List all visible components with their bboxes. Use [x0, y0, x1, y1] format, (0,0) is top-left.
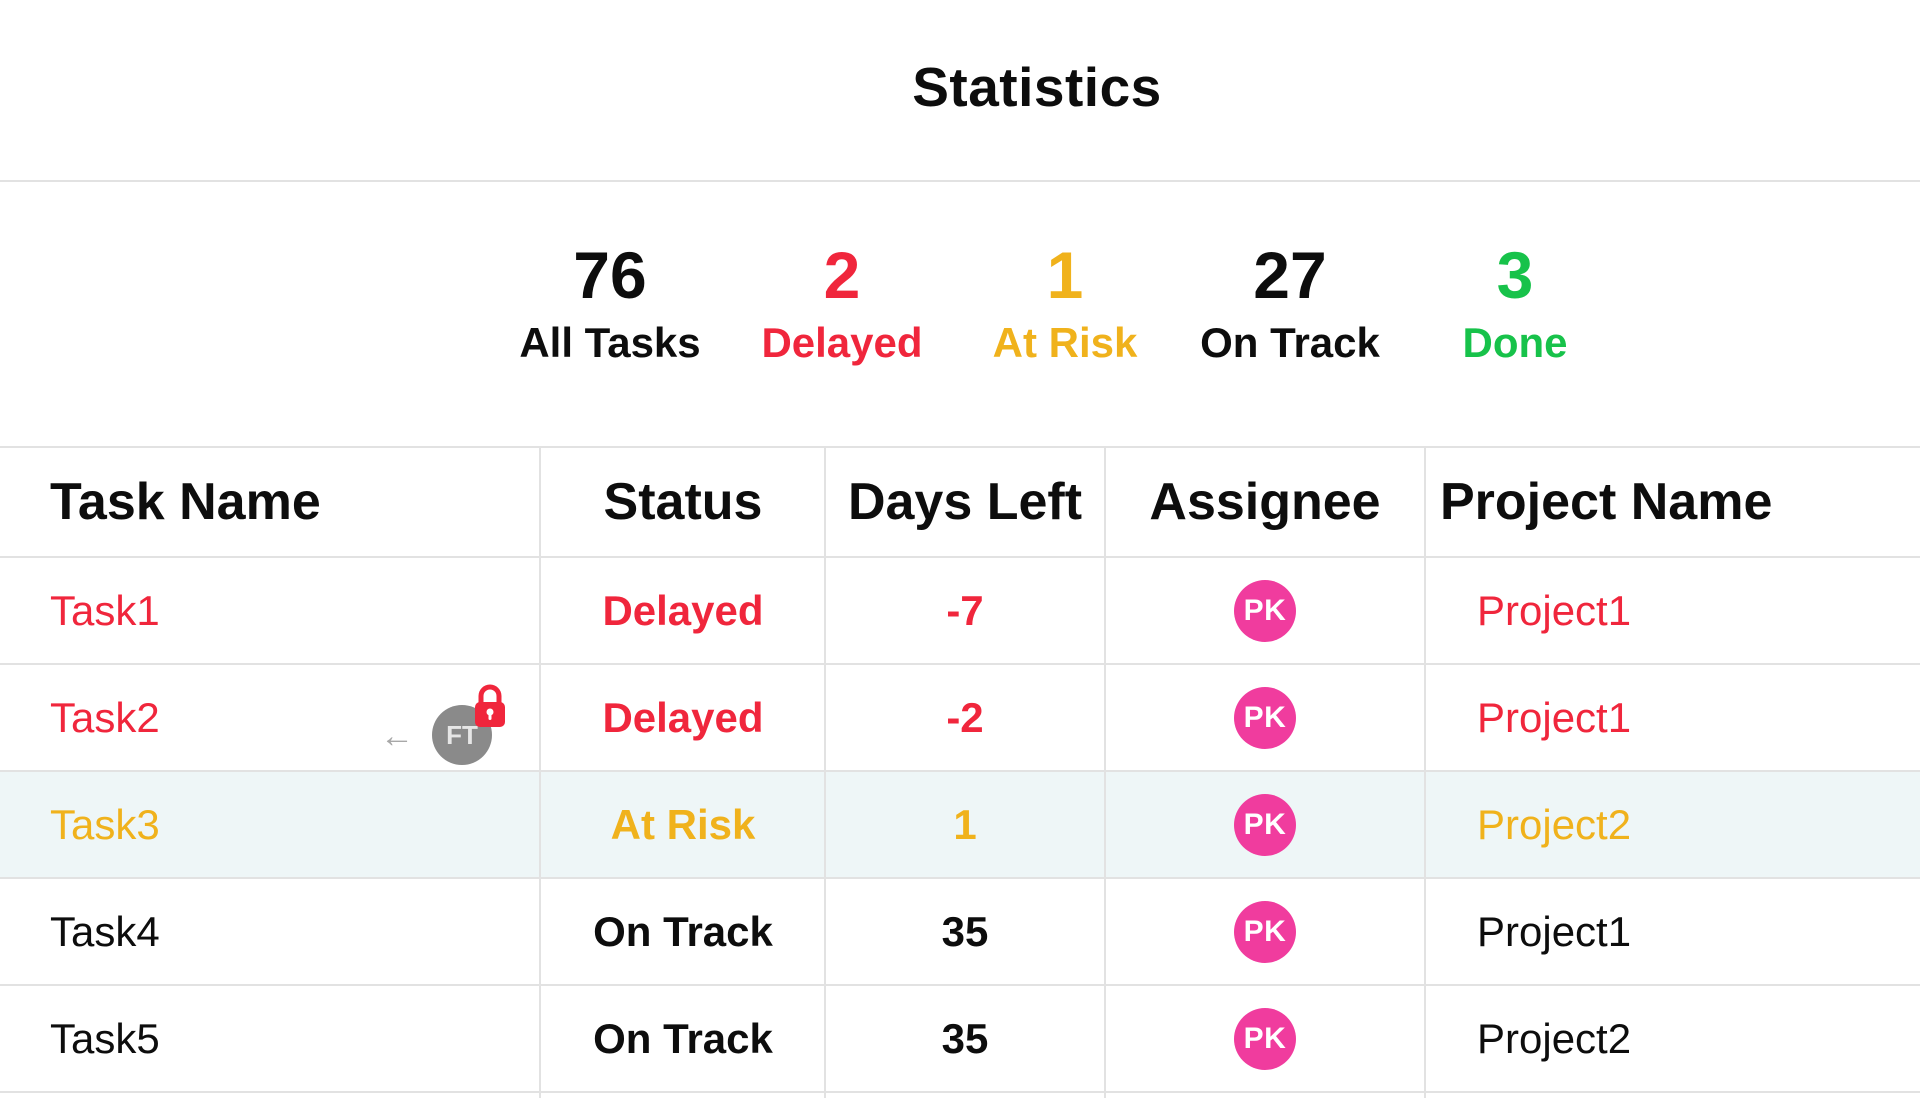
task-assignee: PK	[1106, 665, 1424, 770]
task-name[interactable]: Task1	[50, 558, 530, 663]
task-project[interactable]: Project2	[1477, 986, 1917, 1091]
stat-on-track-value: 27	[1253, 238, 1327, 312]
stat-on-track[interactable]: 27 On Track	[1180, 242, 1400, 368]
task-status: On Track	[593, 1014, 773, 1062]
task-name[interactable]: Task4	[50, 879, 530, 984]
dependency-indicator[interactable]: ← FT	[380, 683, 520, 765]
column-header-project-name[interactable]: Project Name	[1440, 448, 1880, 556]
task-assignee: PK	[1106, 986, 1424, 1091]
task-days-left: -2	[946, 693, 984, 741]
stat-done[interactable]: 3 Done	[1410, 242, 1620, 368]
avatar[interactable]: PK	[1234, 579, 1296, 642]
task-status: At Risk	[610, 800, 756, 848]
page-title: Statistics	[912, 56, 1162, 118]
stats-summary: 76 All Tasks 2 Delayed 1 At Risk 27 On T…	[0, 182, 1920, 448]
stat-done-label: Done	[1462, 319, 1568, 366]
task-status: Delayed	[602, 586, 764, 634]
stat-all-tasks[interactable]: 76 All Tasks	[505, 242, 715, 368]
task-days-left: 35	[941, 1014, 989, 1062]
task-days-left: 35	[941, 907, 989, 955]
avatar[interactable]: PK	[1234, 793, 1296, 856]
table-row[interactable]: Task5 On Track 35 PK Project2	[0, 986, 1920, 1093]
task-assignee: PK	[1106, 879, 1424, 984]
avatar[interactable]: PK	[1234, 686, 1296, 749]
header: Statistics	[0, 0, 1920, 182]
column-header-assignee[interactable]: Assignee	[1106, 448, 1424, 556]
task-assignee: PK	[1106, 558, 1424, 663]
column-header-task-name[interactable]: Task Name	[50, 448, 530, 556]
column-header-status[interactable]: Status	[541, 448, 825, 556]
table-row[interactable]: Task1 Delayed -7 PK Project1	[0, 558, 1920, 665]
stat-all-tasks-label: All Tasks	[519, 319, 701, 366]
tasks-table: Task Name Status Days Left Assignee Proj…	[0, 448, 1920, 1098]
stat-at-risk-label: At Risk	[992, 319, 1138, 366]
task-project[interactable]: Project1	[1477, 665, 1917, 770]
stat-on-track-label: On Track	[1200, 319, 1380, 366]
avatar[interactable]: PK	[1234, 1007, 1296, 1070]
stat-all-tasks-value: 76	[573, 238, 647, 312]
task-assignee: PK	[1106, 772, 1424, 877]
stat-done-value: 3	[1496, 238, 1534, 312]
task-days-left: -7	[946, 586, 984, 634]
task-status: On Track	[593, 907, 773, 955]
task-days-left: 1	[953, 800, 977, 848]
arrow-left-icon: ←	[380, 717, 414, 755]
column-divider	[539, 448, 541, 1098]
task-status: Delayed	[602, 693, 764, 741]
stat-at-risk-value: 1	[1046, 238, 1084, 312]
column-divider	[1104, 448, 1106, 1098]
table-row[interactable]: Task2 ← FT Delayed -2 PK Project1	[0, 665, 1920, 772]
column-header-days-left[interactable]: Days Left	[826, 448, 1104, 556]
task-project[interactable]: Project1	[1477, 558, 1917, 663]
task-name[interactable]: Task5	[50, 986, 530, 1091]
avatar[interactable]: PK	[1234, 900, 1296, 963]
task-project[interactable]: Project2	[1477, 772, 1917, 877]
column-divider	[1424, 448, 1426, 1098]
column-divider	[824, 448, 826, 1098]
stat-delayed-value: 2	[823, 238, 861, 312]
lock-icon	[475, 684, 505, 727]
table-row[interactable]: Task4 On Track 35 PK Project1	[0, 879, 1920, 986]
table-row[interactable]: Task3 At Risk 1 PK Project2	[0, 772, 1920, 879]
stat-at-risk[interactable]: 1 At Risk	[960, 242, 1170, 368]
stat-delayed[interactable]: 2 Delayed	[737, 242, 947, 368]
table-header-row: Task Name Status Days Left Assignee Proj…	[0, 448, 1920, 558]
stat-delayed-label: Delayed	[761, 319, 923, 366]
task-project[interactable]: Project1	[1477, 879, 1917, 984]
task-name[interactable]: Task3	[50, 772, 530, 877]
